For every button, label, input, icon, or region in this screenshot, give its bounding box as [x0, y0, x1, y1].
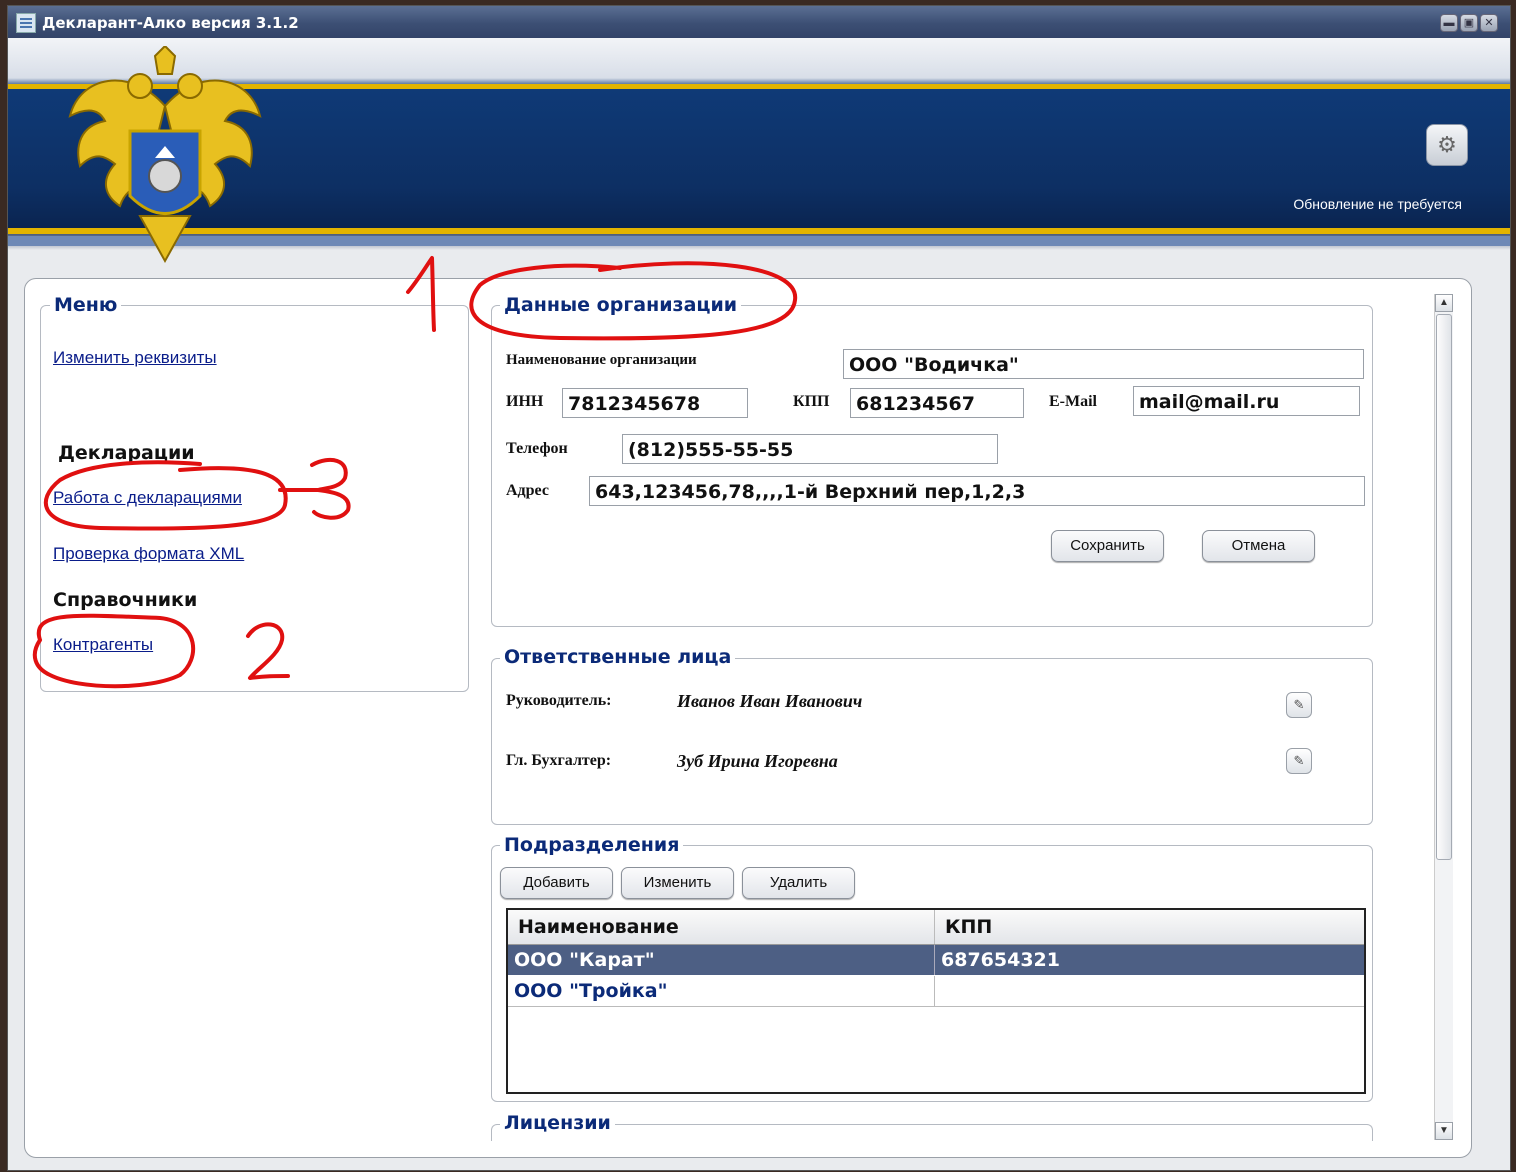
vertical-scrollbar[interactable]: ▲ ▼	[1434, 294, 1453, 1140]
divisions-table[interactable]: Наименование КПП ООО "Карат" 687654321 О…	[506, 908, 1366, 1094]
phone-label: Телефон	[506, 440, 568, 457]
column-header-kpp[interactable]: КПП	[935, 910, 1362, 944]
add-division-button[interactable]: Добавить	[500, 867, 613, 899]
inn-field[interactable]: 7812345678	[562, 388, 748, 418]
window-title: Декларант-Алко версия 3.1.2	[42, 14, 299, 32]
scroll-thumb[interactable]	[1436, 314, 1452, 860]
references-heading: Справочники	[53, 589, 198, 611]
accountant-name: Зуб Ирина Игоревна	[677, 751, 838, 771]
app-icon	[16, 13, 36, 33]
responsible-group	[491, 658, 1373, 825]
address-label: Адрес	[506, 482, 549, 499]
menu-title: Меню	[50, 294, 122, 316]
gear-icon: ⚙	[1437, 132, 1457, 157]
table-row[interactable]: ООО "Тройка"	[508, 976, 1364, 1007]
work-with-declarations-link[interactable]: Работа с декларациями	[53, 488, 242, 508]
edit-head-icon[interactable]: ✎	[1286, 692, 1312, 718]
check-xml-link[interactable]: Проверка формата XML	[53, 544, 244, 564]
title-bar: Декларант-Алко версия 3.1.2 ▬ ▣ ✕	[8, 6, 1510, 38]
email-field[interactable]: mail@mail.ru	[1133, 386, 1360, 416]
declarations-heading: Декларации	[58, 442, 195, 464]
head-name: Иванов Иван Иванович	[677, 691, 863, 711]
maximize-icon[interactable]: ▣	[1460, 14, 1478, 32]
org-name-label: Наименование организации	[506, 352, 697, 368]
kpp-label: КПП	[793, 393, 830, 410]
cell-kpp: 687654321	[941, 949, 1060, 971]
cell-name: ООО "Карат"	[508, 945, 935, 975]
close-icon[interactable]: ✕	[1480, 14, 1498, 32]
head-label: Руководитель:	[506, 692, 612, 709]
settings-gear-button[interactable]: ⚙	[1426, 124, 1468, 166]
update-status: Обновление не требуется	[1293, 196, 1462, 212]
change-requisites-link[interactable]: Изменить реквизиты	[53, 348, 217, 368]
counterparties-link[interactable]: Контрагенты	[53, 635, 153, 655]
kpp-field[interactable]: 681234567	[850, 388, 1024, 418]
cell-kpp	[935, 976, 1362, 1006]
delete-division-button[interactable]: Удалить	[742, 867, 855, 899]
licenses-group	[491, 1124, 1373, 1141]
table-header: Наименование КПП	[508, 910, 1364, 945]
org-name-field[interactable]: ООО "Водичка"	[843, 349, 1364, 379]
minimize-icon[interactable]: ▬	[1440, 14, 1458, 32]
divisions-title: Подразделения	[500, 834, 684, 856]
emblem-logo	[68, 46, 262, 264]
responsible-title: Ответственные лица	[500, 646, 736, 668]
cancel-button[interactable]: Отмена	[1202, 530, 1315, 562]
phone-field[interactable]: (812)555-55-55	[622, 434, 998, 464]
table-row[interactable]: ООО "Карат" 687654321	[508, 945, 1364, 975]
scroll-up-icon[interactable]: ▲	[1435, 294, 1453, 312]
cell-name: ООО "Тройка"	[508, 976, 935, 1006]
address-field[interactable]: 643,123456,78,,,,1-й Верхний пер,1,2,3	[589, 476, 1365, 506]
inn-label: ИНН	[506, 393, 544, 410]
org-data-title: Данные организации	[500, 294, 742, 316]
scroll-down-icon[interactable]: ▼	[1435, 1122, 1453, 1140]
column-header-name[interactable]: Наименование	[508, 910, 935, 944]
email-label: E-Mail	[1049, 393, 1097, 410]
save-button[interactable]: Сохранить	[1051, 530, 1164, 562]
accountant-label: Гл. Бухгалтер:	[506, 752, 612, 769]
edit-accountant-icon[interactable]: ✎	[1286, 748, 1312, 774]
edit-division-button[interactable]: Изменить	[621, 867, 734, 899]
licenses-title: Лицензии	[500, 1112, 615, 1134]
